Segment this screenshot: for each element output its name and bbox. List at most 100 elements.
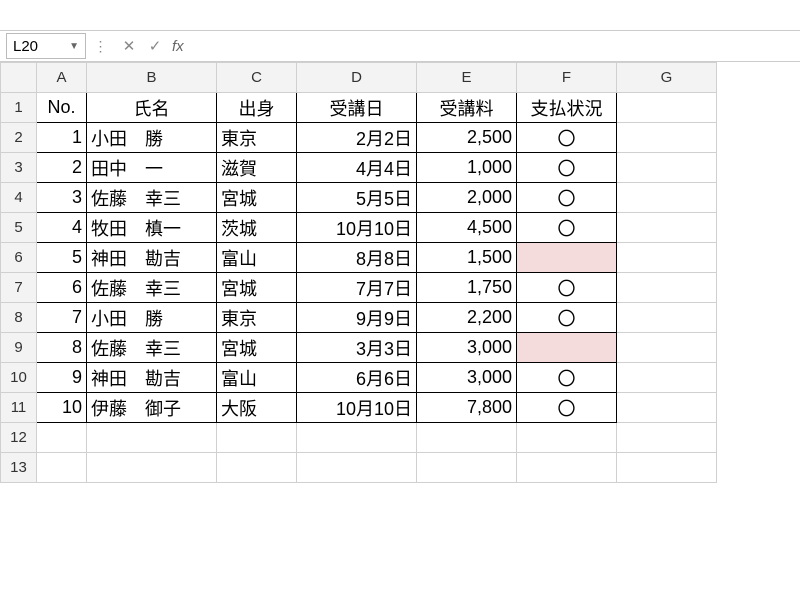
cell[interactable]: 伊藤 御子: [87, 393, 217, 423]
table-header-cell[interactable]: 受講料: [417, 93, 517, 123]
cell[interactable]: 佐藤 幸三: [87, 333, 217, 363]
cell[interactable]: 1,500: [417, 243, 517, 273]
cancel-icon[interactable]: ✕: [116, 37, 142, 55]
row-header[interactable]: 8: [1, 303, 37, 333]
row-header[interactable]: 2: [1, 123, 37, 153]
cell[interactable]: 3,000: [417, 333, 517, 363]
cell[interactable]: [617, 333, 717, 363]
table-header-cell[interactable]: 出身: [217, 93, 297, 123]
cell[interactable]: 6: [37, 273, 87, 303]
col-header-C[interactable]: C: [217, 63, 297, 93]
cell[interactable]: 1,750: [417, 273, 517, 303]
cell[interactable]: 東京: [217, 123, 297, 153]
cell[interactable]: 2,200: [417, 303, 517, 333]
cell[interactable]: 1: [37, 123, 87, 153]
cell[interactable]: 〇: [517, 123, 617, 153]
row-header[interactable]: 12: [1, 423, 37, 453]
col-header-E[interactable]: E: [417, 63, 517, 93]
cell[interactable]: 佐藤 幸三: [87, 183, 217, 213]
cell[interactable]: [617, 453, 717, 483]
cell[interactable]: 8月8日: [297, 243, 417, 273]
cell[interactable]: 富山: [217, 363, 297, 393]
cell[interactable]: 茨城: [217, 213, 297, 243]
row-header[interactable]: 11: [1, 393, 37, 423]
row-header[interactable]: 9: [1, 333, 37, 363]
cell[interactable]: 小田 勝: [87, 303, 217, 333]
expand-dots-icon[interactable]: ⋮: [86, 38, 116, 55]
cell[interactable]: 3,000: [417, 363, 517, 393]
table-header-cell[interactable]: 受講日: [297, 93, 417, 123]
cell[interactable]: 5月5日: [297, 183, 417, 213]
cell[interactable]: 宮城: [217, 273, 297, 303]
cell[interactable]: 10月10日: [297, 393, 417, 423]
cell[interactable]: 1,000: [417, 153, 517, 183]
cell[interactable]: 3: [37, 183, 87, 213]
cell[interactable]: 神田 勘吉: [87, 363, 217, 393]
cell[interactable]: 〇: [517, 153, 617, 183]
formula-input[interactable]: [188, 33, 800, 59]
cell[interactable]: [617, 273, 717, 303]
fx-icon[interactable]: fx: [172, 38, 184, 55]
cell[interactable]: [37, 453, 87, 483]
cell[interactable]: 田中 一: [87, 153, 217, 183]
cell[interactable]: [617, 393, 717, 423]
cell[interactable]: 東京: [217, 303, 297, 333]
cell[interactable]: [417, 423, 517, 453]
cell[interactable]: 4: [37, 213, 87, 243]
cell[interactable]: 大阪: [217, 393, 297, 423]
name-box[interactable]: L20 ▼: [6, 33, 86, 59]
cell[interactable]: 6月6日: [297, 363, 417, 393]
row-header[interactable]: 1: [1, 93, 37, 123]
col-header-A[interactable]: A: [37, 63, 87, 93]
cell[interactable]: 小田 勝: [87, 123, 217, 153]
cell[interactable]: [417, 453, 517, 483]
table-header-cell[interactable]: No.: [37, 93, 87, 123]
row-header[interactable]: 5: [1, 213, 37, 243]
cell[interactable]: [517, 243, 617, 273]
row-header[interactable]: 6: [1, 243, 37, 273]
cell[interactable]: 3月3日: [297, 333, 417, 363]
cell[interactable]: 7,800: [417, 393, 517, 423]
cell[interactable]: 2: [37, 153, 87, 183]
row-header[interactable]: 13: [1, 453, 37, 483]
cell[interactable]: 10月10日: [297, 213, 417, 243]
cell[interactable]: [617, 423, 717, 453]
cell[interactable]: 2,000: [417, 183, 517, 213]
table-header-cell[interactable]: 支払状況: [517, 93, 617, 123]
cell[interactable]: 〇: [517, 183, 617, 213]
cell[interactable]: 〇: [517, 213, 617, 243]
row-header[interactable]: 3: [1, 153, 37, 183]
cell[interactable]: [87, 423, 217, 453]
row-header[interactable]: 10: [1, 363, 37, 393]
col-header-F[interactable]: F: [517, 63, 617, 93]
col-header-B[interactable]: B: [87, 63, 217, 93]
cell[interactable]: [617, 93, 717, 123]
select-all-corner[interactable]: [1, 63, 37, 93]
cell[interactable]: [617, 243, 717, 273]
cell[interactable]: 7月7日: [297, 273, 417, 303]
cell[interactable]: 神田 勘吉: [87, 243, 217, 273]
cell[interactable]: 8: [37, 333, 87, 363]
cell[interactable]: 〇: [517, 393, 617, 423]
cell[interactable]: [617, 303, 717, 333]
cell[interactable]: [517, 453, 617, 483]
cell[interactable]: 〇: [517, 303, 617, 333]
cell[interactable]: 9月9日: [297, 303, 417, 333]
cell[interactable]: 10: [37, 393, 87, 423]
cell[interactable]: [617, 123, 717, 153]
cell[interactable]: [37, 423, 87, 453]
cell[interactable]: [87, 453, 217, 483]
cell[interactable]: 宮城: [217, 333, 297, 363]
cell[interactable]: [617, 213, 717, 243]
cell[interactable]: 4,500: [417, 213, 517, 243]
cell[interactable]: [517, 423, 617, 453]
cell[interactable]: 宮城: [217, 183, 297, 213]
row-header[interactable]: 7: [1, 273, 37, 303]
row-header[interactable]: 4: [1, 183, 37, 213]
cell[interactable]: [217, 423, 297, 453]
cell[interactable]: [617, 153, 717, 183]
confirm-icon[interactable]: ✓: [142, 37, 168, 55]
col-header-D[interactable]: D: [297, 63, 417, 93]
cell[interactable]: [517, 333, 617, 363]
cell[interactable]: [297, 453, 417, 483]
